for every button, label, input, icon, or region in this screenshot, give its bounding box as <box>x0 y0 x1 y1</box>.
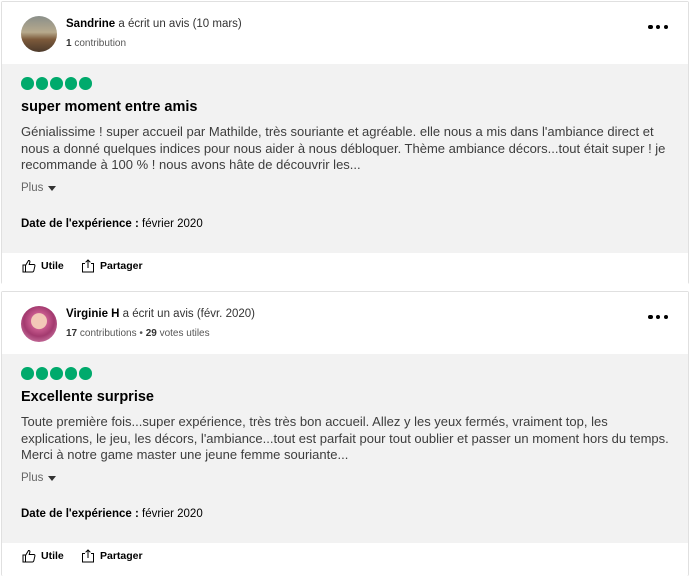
read-more-label: Plus <box>21 182 44 194</box>
avatar[interactable] <box>21 306 57 342</box>
helpful-label: Utile <box>41 260 64 272</box>
author-line: Virginie H a écrit un avis (févr. 2020) <box>66 308 255 320</box>
rating-bubbles <box>21 77 92 90</box>
share-label: Partager <box>100 550 143 562</box>
wrote-label: a écrit un avis (févr. 2020) <box>122 308 255 320</box>
contributor-meta: 17 contributions • 29 votes utiles <box>66 328 210 339</box>
helpful-button[interactable]: Utile <box>22 549 64 563</box>
review-card: Virginie H a écrit un avis (févr. 2020) … <box>1 291 689 576</box>
experience-value: février 2020 <box>142 508 203 520</box>
rating-bubble-icon <box>79 77 92 90</box>
helpful-label: Utile <box>41 550 64 562</box>
more-options-icon[interactable] <box>648 312 668 322</box>
experience-label: Date de l'expérience : <box>21 508 139 520</box>
contributions-count: 1 <box>66 38 72 49</box>
review-text: Toute première fois...super expérience, … <box>21 414 669 462</box>
review-actions: Utile Partager <box>2 253 688 285</box>
rating-bubble-icon <box>21 367 34 380</box>
experience-date: Date de l'expérience : février 2020 <box>21 508 203 520</box>
share-icon <box>82 259 94 273</box>
share-icon <box>82 549 94 563</box>
share-label: Partager <box>100 260 143 272</box>
thumbs-up-icon <box>22 549 36 563</box>
helpful-votes-count: 29 <box>145 328 157 339</box>
contributions-label: contribution <box>74 38 127 49</box>
helpful-votes-label: votes utiles <box>159 328 210 339</box>
rating-bubble-icon <box>64 77 77 90</box>
thumbs-up-icon <box>22 259 36 273</box>
review-body: super moment entre amis Génialissime ! s… <box>2 64 688 253</box>
author-name[interactable]: Sandrine <box>66 18 115 30</box>
author-name[interactable]: Virginie H <box>66 308 119 320</box>
contributor-meta: 1 contribution <box>66 38 126 49</box>
rating-bubble-icon <box>21 77 34 90</box>
experience-label: Date de l'expérience : <box>21 218 139 230</box>
contributions-label: contributions <box>79 328 137 339</box>
rating-bubble-icon <box>35 367 48 380</box>
wrote-label: a écrit un avis (10 mars) <box>118 18 242 30</box>
rating-bubble-icon <box>35 77 48 90</box>
experience-value: février 2020 <box>142 218 203 230</box>
meta-separator: • <box>139 328 143 339</box>
rating-bubbles <box>21 367 92 380</box>
review-header: Sandrine a écrit un avis (10 mars) 1 con… <box>2 2 688 64</box>
review-title[interactable]: Excellente surprise <box>21 389 154 405</box>
review-text: Génialissime ! super accueil par Mathild… <box>21 124 666 172</box>
avatar[interactable] <box>21 16 57 52</box>
rating-bubble-icon <box>64 367 77 380</box>
review-card: Sandrine a écrit un avis (10 mars) 1 con… <box>1 1 689 285</box>
review-body: Excellente surprise Toute première fois.… <box>2 354 688 543</box>
contributions-count: 17 <box>66 328 78 339</box>
rating-bubble-icon <box>50 367 63 380</box>
review-title[interactable]: super moment entre amis <box>21 99 197 115</box>
more-options-icon[interactable] <box>648 22 668 32</box>
rating-bubble-icon <box>79 367 92 380</box>
caret-down-icon <box>48 475 57 481</box>
share-button[interactable]: Partager <box>81 259 143 273</box>
review-actions: Utile Partager <box>2 543 688 575</box>
caret-down-icon <box>48 185 57 191</box>
read-more-button[interactable]: Plus <box>21 472 57 484</box>
share-button[interactable]: Partager <box>81 549 143 563</box>
helpful-button[interactable]: Utile <box>22 259 64 273</box>
experience-date: Date de l'expérience : février 2020 <box>21 218 203 230</box>
rating-bubble-icon <box>50 77 63 90</box>
author-line: Sandrine a écrit un avis (10 mars) <box>66 18 242 30</box>
read-more-button[interactable]: Plus <box>21 182 57 194</box>
review-header: Virginie H a écrit un avis (févr. 2020) … <box>2 292 688 354</box>
read-more-label: Plus <box>21 472 44 484</box>
